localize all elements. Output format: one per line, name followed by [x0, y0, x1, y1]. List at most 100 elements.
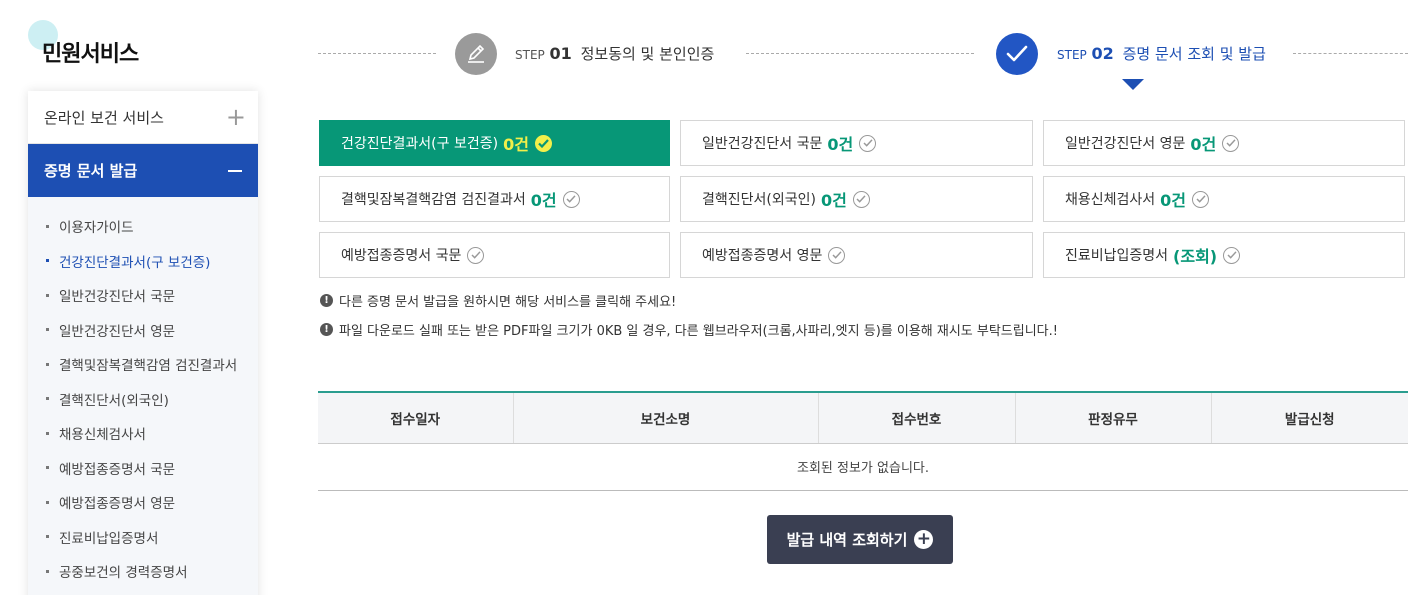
- sidebar: 온라인 보건 서비스 + 증명 문서 발급 이용자가이드 건강진단결과서(구 보…: [28, 91, 258, 595]
- sidebar-item-user-guide[interactable]: 이용자가이드: [28, 209, 258, 244]
- column-header-date: 접수일자: [318, 391, 513, 444]
- step2-word: STEP: [1057, 48, 1087, 62]
- bullet-icon: [46, 293, 49, 297]
- column-header-issue: 발급신청: [1210, 391, 1408, 444]
- step-divider-line: [318, 53, 436, 54]
- check-circle-icon: [1222, 134, 1240, 152]
- page-title-area: 민원서비스: [28, 20, 258, 70]
- doc-button-vaccine-kr[interactable]: 예방접종증명서 국문: [319, 232, 670, 278]
- doc-count: 0건: [1190, 135, 1217, 154]
- doc-count: 0건: [1160, 191, 1187, 210]
- sidebar-item-label: 예방접종증명서 국문: [59, 461, 176, 478]
- sidebar-item-label: 일반건강진단서 국문: [59, 289, 176, 306]
- doc-count: 0건: [503, 135, 529, 154]
- sidebar-item-general-kr[interactable]: 일반건강진단서 국문: [28, 278, 258, 313]
- doc-count: 0건: [827, 135, 854, 154]
- doc-button-label: 일반건강진단서 국문: [702, 136, 823, 152]
- sidebar-menu-certificate-label: 증명 문서 발급: [44, 162, 138, 180]
- sidebar-item-vaccine-en[interactable]: 예방접종증명서 영문: [28, 485, 258, 520]
- sidebar-item-employment-exam[interactable]: 채용신체검사서: [28, 416, 258, 451]
- table-row: 조회된 정보가 없습니다.: [318, 443, 1408, 491]
- document-type-grid: 건강진단결과서(구 보건증) 0건 일반건강진단서 국문 0건 일반건강진단서 …: [319, 120, 1405, 278]
- check-circle-icon: [534, 134, 552, 152]
- current-step-arrow-icon: [1122, 79, 1144, 90]
- sidebar-item-label: 이용자가이드: [59, 220, 134, 237]
- step-divider-line: [1293, 53, 1408, 54]
- check-circle-icon: [562, 190, 580, 208]
- sidebar-menu-certificate[interactable]: 증명 문서 발급: [28, 144, 258, 197]
- doc-button-general-kr[interactable]: 일반건강진단서 국문 0건: [680, 120, 1033, 166]
- step1-word: STEP: [515, 48, 545, 62]
- bullet-icon: [46, 500, 49, 504]
- doc-button-health-result[interactable]: 건강진단결과서(구 보건증) 0건: [319, 120, 670, 166]
- button-label: 발급 내역 조회하기: [786, 531, 908, 549]
- notice-line: ! 다른 증명 문서 발급을 원하시면 해당 서비스를 클릭해 주세요!: [320, 291, 676, 310]
- doc-button-label: 예방접종증명서 영문: [702, 248, 823, 264]
- doc-button-label: 결핵및잠복결핵감염 검진결과서: [341, 192, 526, 208]
- sidebar-item-label: 공중보건의 경력증명서: [59, 565, 188, 582]
- sidebar-item-tb-screening[interactable]: 결핵및잠복결핵감염 검진결과서: [28, 347, 258, 382]
- check-circle-icon: [828, 246, 846, 264]
- sidebar-item-career[interactable]: 공중보건의 경력증명서: [28, 554, 258, 589]
- sidebar-item-label: 예방접종증명서 영문: [59, 496, 176, 513]
- doc-count: 0건: [530, 191, 557, 210]
- doc-button-label: 채용신체검사서: [1065, 192, 1156, 208]
- bullet-icon: [46, 362, 49, 366]
- bullet-icon: [46, 466, 49, 470]
- sidebar-item-vaccine-kr[interactable]: 예방접종증명서 국문: [28, 451, 258, 486]
- doc-button-employment-exam[interactable]: 채용신체검사서 0건: [1043, 176, 1405, 222]
- exclamation-icon: !: [320, 294, 333, 307]
- sidebar-item-label: 결핵및잠복결핵감염 검진결과서: [59, 358, 238, 375]
- doc-button-general-en[interactable]: 일반건강진단서 영문 0건: [1043, 120, 1405, 166]
- exclamation-icon: !: [320, 323, 333, 336]
- check-circle-icon: [1223, 246, 1241, 264]
- column-header-judgement: 판정유무: [1014, 391, 1211, 444]
- step1-label: STEP 01 정보동의 및 본인인증: [515, 43, 714, 64]
- check-circle-icon: [467, 246, 485, 264]
- step2-label: STEP 02 증명 문서 조회 및 발급: [1057, 43, 1266, 64]
- step1-text: 정보동의 및 본인인증: [580, 45, 715, 63]
- sidebar-item-label: 진료비납입증명서: [59, 530, 159, 547]
- doc-lookup-link[interactable]: (조회): [1173, 243, 1217, 267]
- plus-circle-icon: +: [914, 530, 934, 549]
- check-circle-icon: [1192, 190, 1210, 208]
- sidebar-menu-online-health[interactable]: 온라인 보건 서비스 +: [28, 91, 258, 144]
- expand-plus-icon[interactable]: +: [226, 105, 246, 129]
- issue-history-lookup-button[interactable]: 발급 내역 조회하기 +: [767, 515, 953, 564]
- doc-button-label: 예방접종증명서 국문: [341, 248, 462, 264]
- check-circle-icon: [859, 134, 877, 152]
- doc-button-label: 건강진단결과서(구 보건증): [341, 136, 499, 152]
- check-circle-icon: [852, 190, 870, 208]
- doc-button-tb-screening[interactable]: 결핵및잠복결핵감염 검진결과서 0건: [319, 176, 670, 222]
- step2-number: 02: [1091, 44, 1114, 63]
- sidebar-submenu: 이용자가이드 건강진단결과서(구 보건증) 일반건강진단서 국문 일반건강진단서…: [28, 197, 258, 595]
- column-header-receipt-no: 접수번호: [817, 391, 1015, 444]
- bullet-icon: [46, 259, 49, 263]
- sidebar-item-general-en[interactable]: 일반건강진단서 영문: [28, 313, 258, 348]
- doc-button-label: 일반건강진단서 영문: [1065, 136, 1186, 152]
- sidebar-item-label: 채용신체검사서: [59, 427, 146, 444]
- step1-edit-icon: [455, 33, 497, 75]
- sidebar-item-label: 건강진단결과서(구 보건증): [59, 254, 211, 271]
- column-header-clinic: 보건소명: [512, 391, 818, 444]
- doc-count: 0건: [820, 191, 847, 210]
- collapse-minus-icon[interactable]: [228, 169, 242, 172]
- sidebar-item-label: 일반건강진단서 영문: [59, 323, 176, 340]
- doc-button-label: 결핵진단서(외국인): [702, 192, 816, 208]
- doc-button-tb-foreigner[interactable]: 결핵진단서(외국인) 0건: [680, 176, 1033, 222]
- bullet-icon: [46, 569, 49, 573]
- doc-button-label: 진료비납입증명서: [1065, 248, 1169, 264]
- issue-history-table: 접수일자 보건소명 접수번호 판정유무 발급신청 조회된 정보가 없습니다.: [318, 391, 1408, 491]
- doc-button-vaccine-en[interactable]: 예방접종증명서 영문: [680, 232, 1033, 278]
- step2-text: 증명 문서 조회 및 발급: [1122, 45, 1266, 63]
- doc-button-payment[interactable]: 진료비납입증명서 (조회): [1043, 232, 1405, 278]
- sidebar-item-health-result[interactable]: 건강진단결과서(구 보건증): [28, 244, 258, 279]
- notice-line: ! 파일 다운로드 실패 또는 받은 PDF파일 크기가 0KB 일 경우, 다…: [320, 320, 1058, 339]
- sidebar-item-tb-foreigner[interactable]: 결핵진단서(외국인): [28, 382, 258, 417]
- step1-number: 01: [549, 44, 572, 63]
- notice-text: 다른 증명 문서 발급을 원하시면 해당 서비스를 클릭해 주세요!: [339, 295, 677, 310]
- sidebar-menu-online-health-label: 온라인 보건 서비스: [44, 108, 164, 127]
- step2-check-icon: [996, 33, 1038, 75]
- sidebar-item-payment[interactable]: 진료비납입증명서: [28, 520, 258, 555]
- bullet-icon: [46, 224, 49, 228]
